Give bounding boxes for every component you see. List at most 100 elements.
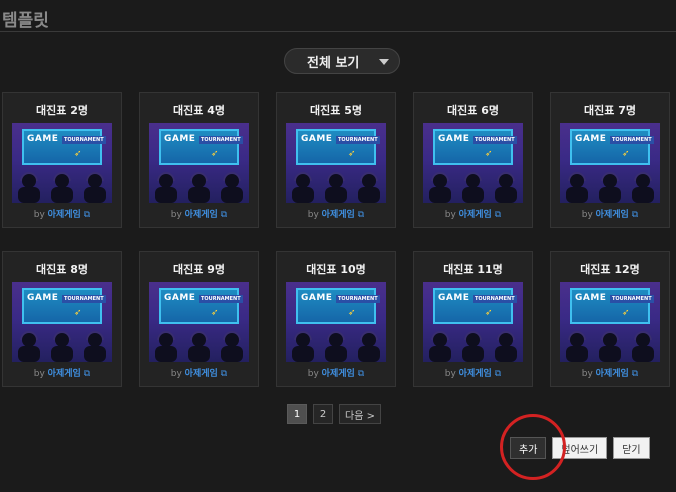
pagination: 1 2 다음 > <box>287 404 381 424</box>
template-thumbnail[interactable]: GAME TOURNAMENT ➶ <box>286 123 386 203</box>
thumbnail-game-text: GAME <box>164 134 196 144</box>
page-button[interactable]: 1 <box>287 404 307 424</box>
author-line: by 아제게임 ⧉ <box>140 366 258 379</box>
runner-icon: ➶ <box>348 308 356 318</box>
template-thumbnail[interactable]: GAME TOURNAMENT ➶ <box>149 282 249 362</box>
by-label: by <box>307 210 319 220</box>
thumbnail-screen: GAME TOURNAMENT ➶ <box>159 129 243 165</box>
author-line: by 아제게임 ⧉ <box>414 207 532 220</box>
template-thumbnail[interactable]: GAME TOURNAMENT ➶ <box>286 282 386 362</box>
by-label: by <box>307 369 319 379</box>
card-title: 대진표 8명 <box>36 263 88 276</box>
template-card[interactable]: 대진표 6명 GAME TOURNAMENT ➶ by 아제게임 ⧉ <box>413 92 533 228</box>
thumbnail-tournament-text: TOURNAMENT <box>199 136 243 144</box>
gamers-silhouette-icon <box>566 172 654 203</box>
gamers-silhouette-icon <box>292 172 380 203</box>
template-thumbnail[interactable]: GAME TOURNAMENT ➶ <box>12 123 112 203</box>
author-link[interactable]: 아제게임 <box>48 210 81 220</box>
external-link-icon[interactable]: ⧉ <box>84 369 90 379</box>
page-button[interactable]: 2 <box>313 404 333 424</box>
page-title: 템플릿 <box>2 11 49 31</box>
thumbnail-screen: GAME TOURNAMENT ➶ <box>570 288 654 324</box>
external-link-icon[interactable]: ⧉ <box>358 369 364 379</box>
author-link[interactable]: 아제게임 <box>185 210 218 220</box>
thumbnail-game-text: GAME <box>27 134 59 144</box>
overwrite-button[interactable]: 덮어쓰기 <box>552 437 608 459</box>
external-link-icon[interactable]: ⧉ <box>221 210 227 220</box>
card-title: 대진표 4명 <box>173 104 225 117</box>
template-card[interactable]: 대진표 11명 GAME TOURNAMENT ➶ by 아제게임 ⧉ <box>413 251 533 387</box>
thumbnail-tournament-text: TOURNAMENT <box>62 295 106 303</box>
template-thumbnail[interactable]: GAME TOURNAMENT ➶ <box>12 282 112 362</box>
external-link-icon[interactable]: ⧉ <box>221 369 227 379</box>
card-title: 대진표 10명 <box>306 263 366 276</box>
thumbnail-game-text: GAME <box>164 293 196 303</box>
author-link[interactable]: 아제게임 <box>596 369 629 379</box>
filter-dropdown[interactable]: 전체 보기 <box>284 48 400 74</box>
thumbnail-game-text: GAME <box>301 134 333 144</box>
template-card[interactable]: 대진표 9명 GAME TOURNAMENT ➶ by 아제게임 ⧉ <box>139 251 259 387</box>
runner-icon: ➶ <box>485 308 493 318</box>
gamers-silhouette-icon <box>18 331 106 362</box>
runner-icon: ➶ <box>211 149 219 159</box>
runner-icon: ➶ <box>485 149 493 159</box>
template-card[interactable]: 대진표 2명 GAME TOURNAMENT ➶ by 아제게임 ⧉ <box>2 92 122 228</box>
card-title: 대진표 9명 <box>173 263 225 276</box>
close-button[interactable]: 닫기 <box>613 437 650 459</box>
author-line: by 아제게임 ⧉ <box>3 207 121 220</box>
author-link[interactable]: 아제게임 <box>322 210 355 220</box>
thumbnail-game-text: GAME <box>301 293 333 303</box>
gamers-silhouette-icon <box>429 172 517 203</box>
thumbnail-game-text: GAME <box>575 293 607 303</box>
by-label: by <box>33 369 45 379</box>
author-link[interactable]: 아제게임 <box>322 369 355 379</box>
external-link-icon[interactable]: ⧉ <box>632 210 638 220</box>
template-card[interactable]: 대진표 12명 GAME TOURNAMENT ➶ by 아제게임 ⧉ <box>550 251 670 387</box>
external-link-icon[interactable]: ⧉ <box>358 210 364 220</box>
external-link-icon[interactable]: ⧉ <box>495 210 501 220</box>
author-link[interactable]: 아제게임 <box>185 369 218 379</box>
template-card[interactable]: 대진표 4명 GAME TOURNAMENT ➶ by 아제게임 ⧉ <box>139 92 259 228</box>
gamers-silhouette-icon <box>566 331 654 362</box>
author-link[interactable]: 아제게임 <box>48 369 81 379</box>
by-label: by <box>170 369 182 379</box>
thumbnail-game-text: GAME <box>27 293 59 303</box>
template-card[interactable]: 대진표 8명 GAME TOURNAMENT ➶ by 아제게임 ⧉ <box>2 251 122 387</box>
thumbnail-game-text: GAME <box>438 134 470 144</box>
thumbnail-tournament-text: TOURNAMENT <box>62 136 106 144</box>
thumbnail-screen: GAME TOURNAMENT ➶ <box>22 288 106 324</box>
template-thumbnail[interactable]: GAME TOURNAMENT ➶ <box>423 123 523 203</box>
template-card[interactable]: 대진표 5명 GAME TOURNAMENT ➶ by 아제게임 ⧉ <box>276 92 396 228</box>
template-thumbnail[interactable]: GAME TOURNAMENT ➶ <box>560 123 660 203</box>
thumbnail-screen: GAME TOURNAMENT ➶ <box>296 129 380 165</box>
template-thumbnail[interactable]: GAME TOURNAMENT ➶ <box>423 282 523 362</box>
runner-icon: ➶ <box>622 308 630 318</box>
add-button[interactable]: 추가 <box>510 437 547 459</box>
external-link-icon[interactable]: ⧉ <box>495 369 501 379</box>
author-line: by 아제게임 ⧉ <box>277 366 395 379</box>
template-card[interactable]: 대진표 10명 GAME TOURNAMENT ➶ by 아제게임 ⧉ <box>276 251 396 387</box>
by-label: by <box>581 210 593 220</box>
author-line: by 아제게임 ⧉ <box>277 207 395 220</box>
by-label: by <box>33 210 45 220</box>
runner-icon: ➶ <box>622 149 630 159</box>
author-link[interactable]: 아제게임 <box>459 369 492 379</box>
author-link[interactable]: 아제게임 <box>596 210 629 220</box>
runner-icon: ➶ <box>74 308 82 318</box>
gamers-silhouette-icon <box>155 172 243 203</box>
template-thumbnail[interactable]: GAME TOURNAMENT ➶ <box>560 282 660 362</box>
thumbnail-screen: GAME TOURNAMENT ➶ <box>159 288 243 324</box>
external-link-icon[interactable]: ⧉ <box>84 210 90 220</box>
thumbnail-screen: GAME TOURNAMENT ➶ <box>22 129 106 165</box>
template-thumbnail[interactable]: GAME TOURNAMENT ➶ <box>149 123 249 203</box>
gamers-silhouette-icon <box>292 331 380 362</box>
thumbnail-game-text: GAME <box>438 293 470 303</box>
template-grid: 대진표 2명 GAME TOURNAMENT ➶ by 아제게임 ⧉ 대진표 4… <box>2 92 674 387</box>
external-link-icon[interactable]: ⧉ <box>632 369 638 379</box>
card-title: 대진표 2명 <box>36 104 88 117</box>
author-link[interactable]: 아제게임 <box>459 210 492 220</box>
template-card[interactable]: 대진표 7명 GAME TOURNAMENT ➶ by 아제게임 ⧉ <box>550 92 670 228</box>
author-line: by 아제게임 ⧉ <box>551 366 669 379</box>
next-page-button[interactable]: 다음 > <box>339 404 381 424</box>
thumbnail-screen: GAME TOURNAMENT ➶ <box>570 129 654 165</box>
